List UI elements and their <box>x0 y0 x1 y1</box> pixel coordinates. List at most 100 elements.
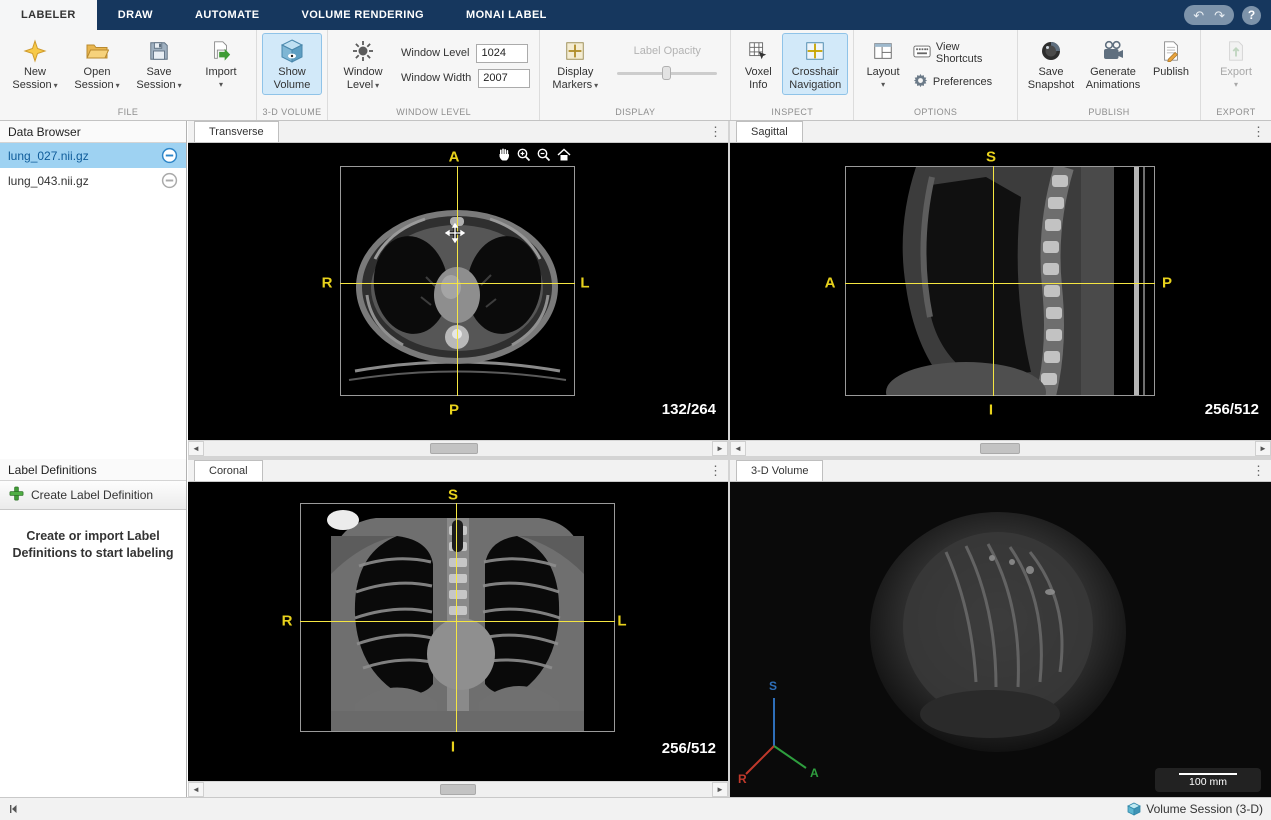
coronal-canvas[interactable]: S I R L 256/512 <box>188 482 728 781</box>
session-cube-icon <box>1127 802 1141 816</box>
sagittal-canvas[interactable]: S I A P 256/512 <box>730 143 1271 440</box>
scroll-right-button[interactable]: ► <box>1255 441 1271 456</box>
orientation-label-posterior: P <box>1162 275 1172 292</box>
zoom-out-icon[interactable] <box>535 146 552 163</box>
ribbon-section-publish: Save Snapshot Generate Animations Publis… <box>1018 30 1201 120</box>
horizontal-scrollbar[interactable]: ◄ ► <box>188 781 728 797</box>
scroll-left-button[interactable]: ◄ <box>188 441 204 456</box>
viewport-menu-icon[interactable]: ⋮ <box>1252 123 1265 141</box>
save-session-label: Save Session <box>136 66 175 91</box>
crosshair-vertical[interactable] <box>457 166 458 396</box>
cube-eye-icon <box>279 37 305 64</box>
view-toolbar <box>495 146 572 163</box>
viewport-transverse: Transverse ⋮ <box>188 121 728 456</box>
save-session-button[interactable]: Save Session▾ <box>129 33 189 95</box>
window-level-field-label: Window Level <box>401 47 469 59</box>
dropdown-icon: ▾ <box>1220 80 1252 89</box>
tab-volume-rendering[interactable]: VOLUME RENDERING <box>280 0 445 30</box>
save-snapshot-button[interactable]: Save Snapshot <box>1023 33 1079 95</box>
label-opacity-group: Label Opacity <box>607 33 725 80</box>
pan-icon[interactable] <box>495 146 512 163</box>
crosshair-navigation-toggle[interactable]: Crosshair Navigation <box>782 33 848 95</box>
scrollbar-thumb[interactable] <box>430 443 478 454</box>
list-item[interactable]: lung_043.nii.gz <box>0 168 186 193</box>
window-level-input[interactable] <box>476 44 528 63</box>
scrollbar-thumb[interactable] <box>440 784 476 795</box>
voxel-info-label: Voxel Info <box>745 66 772 91</box>
create-label-definition-label: Create Label Definition <box>31 488 153 502</box>
slice-counter: 132/264 <box>662 401 716 418</box>
tab-automate[interactable]: AUTOMATE <box>174 0 281 30</box>
viewport-3d-volume: 3-D Volume ⋮ <box>730 460 1271 797</box>
horizontal-scrollbar[interactable]: ◄ ► <box>188 440 728 456</box>
volume-canvas[interactable]: S R A 100 mm <box>730 482 1271 797</box>
transverse-canvas[interactable]: A P R L <box>188 143 728 440</box>
dropdown-icon: ▾ <box>116 81 120 90</box>
tab-labeler[interactable]: LABELER <box>0 0 97 30</box>
scroll-left-button[interactable]: ◄ <box>188 782 204 797</box>
tab-sagittal-view[interactable]: Sagittal <box>736 121 803 142</box>
scroll-right-button[interactable]: ► <box>712 441 728 456</box>
generate-animations-button[interactable]: Generate Animations <box>1081 33 1145 95</box>
orientation-label-inferior: I <box>451 739 455 756</box>
window-width-input[interactable] <box>478 69 530 88</box>
viewport-menu-icon[interactable]: ⋮ <box>709 123 722 141</box>
tab-3d-volume-view[interactable]: 3-D Volume <box>736 460 823 481</box>
scroll-right-button[interactable]: ► <box>712 782 728 797</box>
remove-volume-icon[interactable] <box>161 172 178 189</box>
view-shortcuts-button[interactable]: View Shortcuts <box>909 39 1012 67</box>
preferences-button[interactable]: Preferences <box>909 71 1012 93</box>
titlebar-right-controls: ↶ ↷ ? <box>1184 0 1271 30</box>
ribbon-section-file: New Session▾ Open Session▾ Save Session▾ <box>0 30 257 120</box>
open-session-button[interactable]: Open Session▾ <box>67 33 127 95</box>
horizontal-scrollbar[interactable]: ◄ ► <box>730 440 1271 456</box>
horizontal-splitter[interactable] <box>188 456 1271 460</box>
viewport-menu-icon[interactable]: ⋮ <box>1252 462 1265 480</box>
display-markers-button[interactable]: Display Markers▾ <box>545 33 605 95</box>
create-label-definition-button[interactable]: Create Label Definition <box>0 481 186 510</box>
scale-bar-label: 100 mm <box>1189 777 1227 788</box>
undo-icon[interactable]: ↶ <box>1193 9 1204 22</box>
data-browser-title: Data Browser <box>8 125 81 139</box>
crosshair-vertical[interactable] <box>456 503 457 732</box>
gear-icon <box>913 73 928 91</box>
data-browser-panel: Data Browser lung_027.nii.gz lung_043.ni… <box>0 121 187 459</box>
orientation-axes-icon: S R A <box>738 674 834 792</box>
window-level-button[interactable]: Window Level▾ <box>333 33 393 95</box>
orientation-label-anterior: A <box>825 275 836 292</box>
tab-coronal-view[interactable]: Coronal <box>194 460 263 481</box>
crosshair-horizontal[interactable] <box>300 621 615 622</box>
redo-icon[interactable]: ↷ <box>1214 9 1225 22</box>
tab-monai-label[interactable]: MONAI LABEL <box>445 0 568 30</box>
voxel-info-button[interactable]: Voxel Info <box>736 33 780 95</box>
help-button[interactable]: ? <box>1242 6 1261 25</box>
layout-button[interactable]: Layout▾ <box>859 33 907 92</box>
collapse-panel-button[interactable] <box>8 803 20 815</box>
new-session-button[interactable]: New Session▾ <box>5 33 65 95</box>
display-markers-icon <box>564 37 586 64</box>
dropdown-icon: ▾ <box>178 81 182 90</box>
orientation-label-superior: S <box>986 149 996 166</box>
dropdown-icon: ▾ <box>867 80 900 89</box>
save-snapshot-label: Save Snapshot <box>1028 66 1074 91</box>
export-button: Export▾ <box>1206 33 1266 92</box>
home-icon[interactable] <box>555 146 572 163</box>
list-item[interactable]: lung_027.nii.gz <box>0 143 186 168</box>
zoom-in-icon[interactable] <box>515 146 532 163</box>
publish-button[interactable]: Publish <box>1147 33 1195 82</box>
crosshair-horizontal[interactable] <box>845 283 1155 284</box>
import-button[interactable]: Import▾ <box>191 33 251 92</box>
crosshair-horizontal[interactable] <box>340 283 575 284</box>
scrollbar-thumb[interactable] <box>980 443 1020 454</box>
tab-transverse-view[interactable]: Transverse <box>194 121 279 142</box>
remove-volume-icon[interactable] <box>161 147 178 164</box>
crosshair-vertical[interactable] <box>993 166 994 396</box>
floppy-disk-icon <box>148 37 170 64</box>
scroll-left-button[interactable]: ◄ <box>730 441 746 456</box>
volume-file-name: lung_043.nii.gz <box>8 174 89 188</box>
tab-draw[interactable]: DRAW <box>97 0 174 30</box>
add-icon <box>9 486 24 504</box>
open-folder-icon <box>85 37 109 64</box>
viewport-menu-icon[interactable]: ⋮ <box>709 462 722 480</box>
show-volume-toggle[interactable]: Show Volume <box>262 33 322 95</box>
